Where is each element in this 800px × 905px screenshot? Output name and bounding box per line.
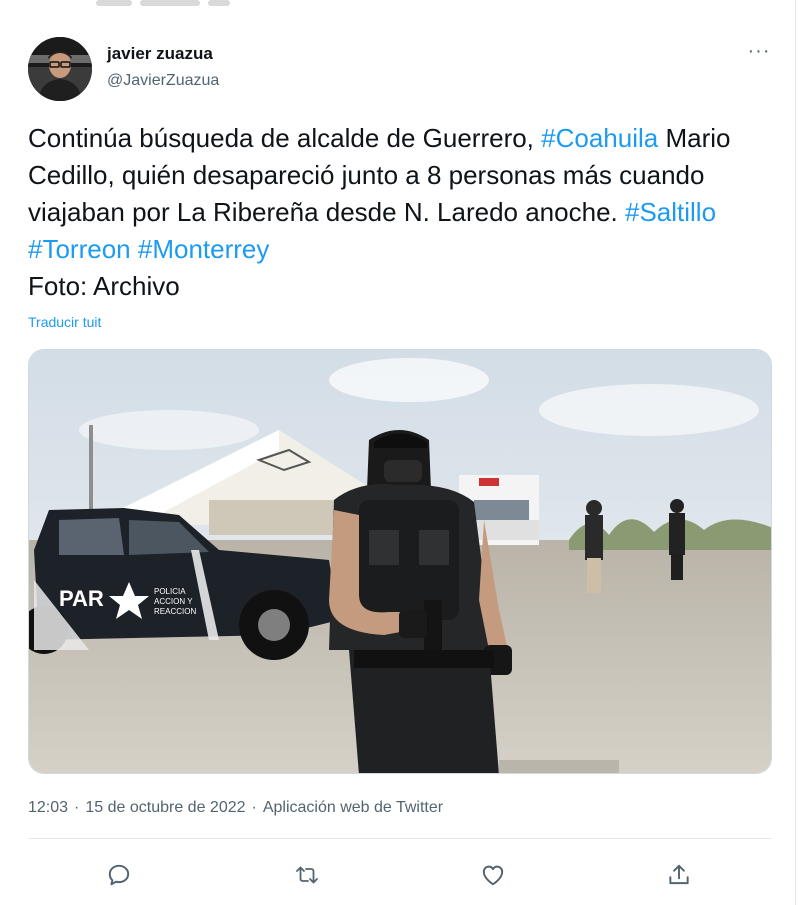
tweet-actions [28, 850, 772, 900]
tweet-photo[interactable]: PAR POLICIA ACCION Y REACCION [28, 349, 772, 774]
svg-text:PAR: PAR [59, 586, 104, 611]
hashtag-link[interactable]: #Torreon [28, 234, 131, 264]
more-options-button[interactable]: ··· [744, 40, 774, 64]
like-button[interactable] [476, 858, 510, 892]
share-button[interactable] [662, 858, 696, 892]
tweet-source: Aplicación web de Twitter [262, 799, 444, 816]
author-name[interactable]: javier zuazua [107, 44, 213, 64]
hashtag-link[interactable]: #Saltillo [625, 197, 716, 227]
svg-text:ACCION Y: ACCION Y [154, 597, 193, 606]
svg-text:POLICIA: POLICIA [154, 587, 186, 596]
avatar[interactable] [28, 37, 92, 101]
hashtag-link[interactable]: #Coahuila [541, 123, 658, 153]
author-handle[interactable]: @JavierZuazua [107, 72, 219, 90]
tweet-card: javier zuazua @JavierZuazua ··· Continúa… [0, 0, 796, 905]
photo-credit-text: Foto: Archivo [28, 271, 180, 301]
tweet-time[interactable]: 12:03 [28, 799, 68, 816]
tweet-date[interactable]: 15 de octubre de 2022 [85, 799, 245, 816]
retweet-icon [293, 862, 321, 888]
meta-separator: · [74, 799, 80, 816]
retweet-button[interactable] [290, 858, 324, 892]
more-horizontal-icon: ··· [747, 40, 771, 62]
tweet-text-segment: Continúa búsqueda de alcalde de Guerrero… [28, 123, 542, 153]
share-icon [666, 862, 692, 888]
svg-text:REACCION: REACCION [154, 607, 196, 616]
tweet-text-segment [131, 234, 138, 264]
hashtag-link[interactable]: #Monterrey [138, 234, 270, 264]
tweet-text: Continúa búsqueda de alcalde de Guerrero… [28, 120, 778, 305]
meta-separator: · [251, 799, 257, 816]
previous-tweet-edge [0, 0, 796, 16]
divider [28, 838, 772, 839]
heart-icon [480, 862, 506, 888]
tweet-metadata: 12:03 · 15 de octubre de 2022 · Aplicación w… [28, 799, 449, 817]
reply-button[interactable] [102, 858, 136, 892]
reply-icon [106, 862, 132, 888]
translate-tweet-link[interactable]: Traducir tuit [28, 314, 101, 330]
